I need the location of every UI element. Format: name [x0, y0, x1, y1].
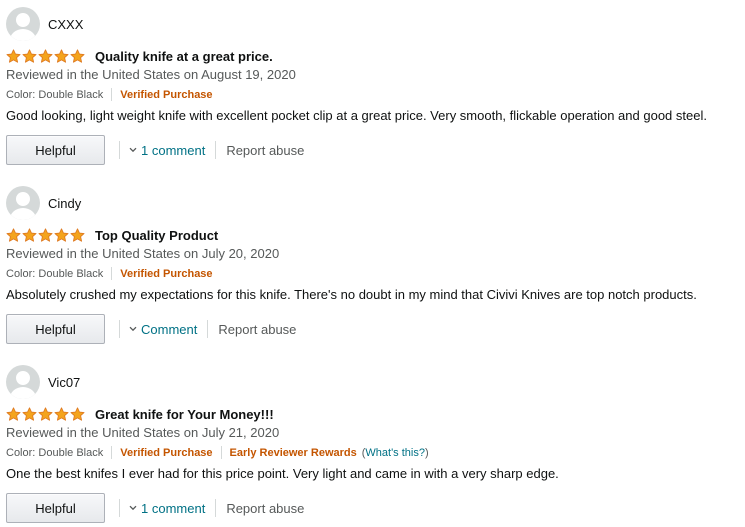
review-date: Reviewed in the United States on August … [6, 67, 296, 82]
star-filled-icon [38, 406, 53, 421]
star-filled-icon [70, 48, 85, 63]
star-filled-icon [70, 227, 85, 242]
report-abuse-link[interactable]: Report abuse [226, 143, 304, 158]
whats-this-label: What's this? [365, 446, 425, 459]
report-abuse-link[interactable]: Report abuse [226, 501, 304, 516]
chevron-down-icon [129, 505, 137, 511]
star-rating[interactable] [6, 227, 85, 243]
review-body: Good looking, light weight knife with ex… [6, 108, 707, 123]
review-date: Reviewed in the United States on July 20… [6, 246, 280, 261]
review: Vic07 Great knife for Your Money!!! Revi… [0, 358, 745, 527]
comment-link[interactable]: 1 comment [129, 501, 205, 516]
helpful-button[interactable]: Helpful [6, 135, 105, 165]
divider [119, 320, 120, 338]
chevron-down-icon [129, 147, 137, 153]
color-variant[interactable]: Color: Double Black [6, 268, 103, 280]
verified-purchase-badge: Verified Purchase [120, 446, 213, 459]
divider [215, 141, 217, 159]
star-filled-icon [22, 227, 37, 242]
review-title[interactable]: Great knife for Your Money!!! [95, 407, 274, 422]
star-filled-icon [6, 406, 21, 421]
star-filled-icon [38, 48, 53, 63]
star-filled-icon [70, 406, 85, 421]
star-filled-icon [22, 406, 37, 421]
verified-purchase-badge: Verified Purchase [120, 88, 213, 101]
star-filled-icon [6, 227, 21, 242]
star-filled-icon [54, 227, 69, 242]
reviewer-name: Cindy [48, 195, 82, 211]
star-filled-icon [54, 48, 69, 63]
helpful-button[interactable]: Helpful [6, 314, 105, 344]
review: Cindy Top Quality Product Reviewed in th… [0, 179, 745, 358]
star-filled-icon [54, 406, 69, 421]
divider [111, 88, 113, 101]
comment-label: Comment [141, 321, 198, 337]
star-filled-icon [38, 227, 53, 242]
divider [111, 267, 113, 280]
comment-label: 1 comment [141, 142, 206, 158]
early-reviewer-badge: Early Reviewer Rewards [229, 446, 357, 459]
reviewer-name: CXXX [48, 16, 84, 32]
reviewer-profile[interactable]: Vic07 [6, 365, 80, 399]
star-filled-icon [6, 48, 21, 63]
divider [119, 499, 120, 517]
avatar [6, 365, 40, 399]
comment-label: 1 comment [141, 500, 206, 516]
reviewer-profile[interactable]: CXXX [6, 7, 83, 41]
divider [207, 320, 209, 338]
divider [111, 446, 113, 459]
report-abuse-link[interactable]: Report abuse [218, 322, 296, 337]
chevron-down-icon [129, 326, 137, 332]
color-variant[interactable]: Color: Double Black [6, 89, 103, 101]
whats-this-link[interactable]: (What's this?) [362, 447, 429, 459]
helpful-button[interactable]: Helpful [6, 493, 105, 523]
star-rating[interactable] [6, 48, 85, 64]
review-title[interactable]: Top Quality Product [95, 228, 218, 243]
review: CXXX Quality knife at a great price. Rev… [0, 0, 745, 179]
reviewer-name: Vic07 [48, 374, 81, 390]
verified-purchase-badge: Verified Purchase [120, 267, 213, 280]
star-rating[interactable] [6, 406, 85, 422]
divider [220, 446, 222, 459]
review-title[interactable]: Quality knife at a great price. [95, 49, 273, 64]
avatar [6, 186, 40, 220]
star-filled-icon [22, 48, 37, 63]
review-body: Absolutely crushed my expectations for t… [6, 287, 697, 302]
color-variant[interactable]: Color: Double Black [6, 447, 103, 459]
reviewer-profile[interactable]: Cindy [6, 186, 81, 220]
review-body: One the best knifes I ever had for this … [6, 466, 559, 481]
divider [119, 141, 120, 159]
comment-link[interactable]: Comment [129, 322, 197, 337]
comment-link[interactable]: 1 comment [129, 143, 205, 158]
avatar [6, 7, 40, 41]
review-date: Reviewed in the United States on July 21… [6, 425, 280, 440]
divider [215, 499, 217, 517]
